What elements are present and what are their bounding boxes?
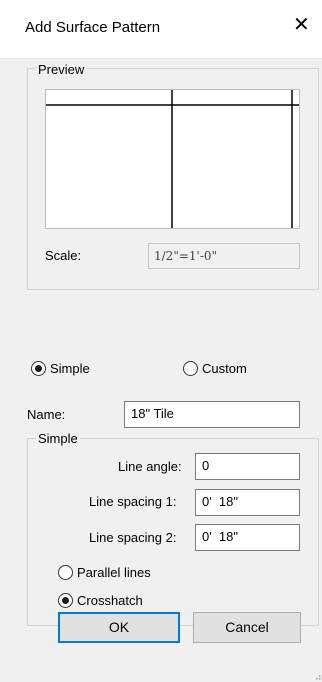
simple-radio-dot <box>35 365 42 372</box>
line-spacing-2-input[interactable]: 0' 18" <box>195 524 300 551</box>
simple-group-legend: Simple <box>36 431 80 446</box>
simple-radio-label[interactable]: Simple <box>50 361 90 376</box>
line-spacing-1-input[interactable]: 0' 18" <box>195 489 300 516</box>
ok-button[interactable]: OK <box>58 612 180 643</box>
custom-radio[interactable] <box>183 361 198 376</box>
dialog-title: Add Surface Pattern <box>25 19 161 36</box>
line-angle-label: Line angle: <box>118 459 182 474</box>
pattern-preview <box>45 89 300 229</box>
line-angle-input[interactable]: 0 <box>195 453 300 480</box>
crosshatch-radio[interactable] <box>58 593 73 608</box>
preview-hatch-lines <box>46 90 299 228</box>
cancel-button[interactable]: Cancel <box>193 612 301 643</box>
simple-radio[interactable] <box>31 361 46 376</box>
name-input[interactable]: 18" Tile <box>124 401 300 428</box>
close-icon[interactable]: ✕ <box>293 15 310 35</box>
line-spacing-1-label: Line spacing 1: <box>89 494 177 509</box>
resize-grip-icon[interactable] <box>313 672 321 680</box>
custom-radio-label[interactable]: Custom <box>202 361 247 376</box>
line-spacing-2-label: Line spacing 2: <box>89 530 177 545</box>
title-bar: Add Surface Pattern ✕ <box>0 0 322 59</box>
parallel-lines-label[interactable]: Parallel lines <box>77 565 151 580</box>
parallel-lines-radio[interactable] <box>58 565 73 580</box>
preview-legend: Preview <box>36 62 87 77</box>
scale-label: Scale: <box>45 248 82 263</box>
name-label: Name: <box>27 407 66 422</box>
crosshatch-label[interactable]: Crosshatch <box>77 593 143 608</box>
scale-value: 1/2"=1'-0" <box>148 243 300 269</box>
crosshatch-radio-dot <box>62 597 69 604</box>
